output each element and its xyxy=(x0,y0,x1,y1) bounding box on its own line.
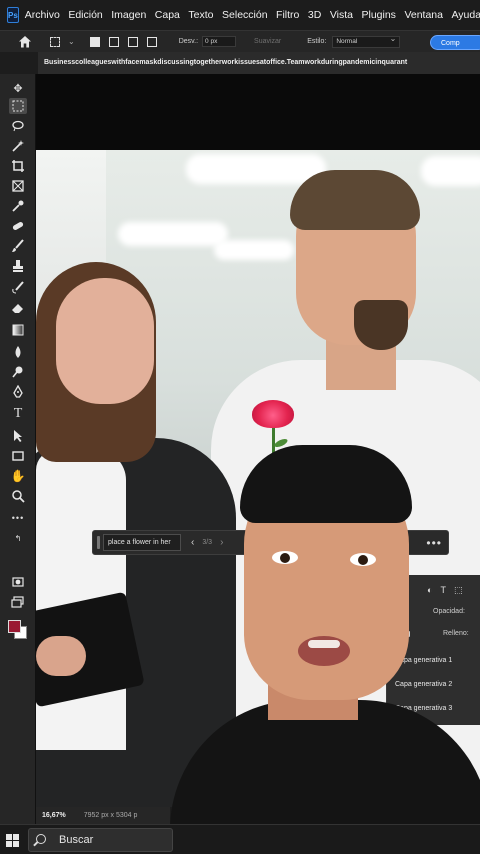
crop-tool-icon[interactable] xyxy=(9,158,27,174)
fill-label: Relleno: xyxy=(443,630,469,637)
stamp-tool-icon[interactable] xyxy=(9,258,27,274)
presenter-eye xyxy=(350,553,376,566)
move-tool-icon[interactable]: ✥ xyxy=(9,80,27,96)
menu-ayuda[interactable]: Ayuda xyxy=(451,9,480,21)
swap-colors-icon[interactable]: ↰ xyxy=(9,530,27,546)
quick-mask-icon[interactable] xyxy=(9,574,27,590)
menu-ventana[interactable]: Ventana xyxy=(404,9,443,21)
menu-bar: Ps Archivo Edición Imagen Capa Texto Sel… xyxy=(0,0,480,30)
more-tools-icon[interactable]: ••• xyxy=(9,510,27,526)
man-hair xyxy=(290,170,420,230)
rectangle-tool-icon[interactable] xyxy=(9,448,27,464)
blur-tool-icon[interactable] xyxy=(9,344,27,360)
tools-panel: ✥ T ✋ ••• ↰ xyxy=(0,74,36,824)
pen-tool-icon[interactable] xyxy=(9,384,27,400)
smooth-checkbox-label[interactable]: Suavizar xyxy=(254,38,281,45)
chevron-left-icon[interactable]: ‹ xyxy=(191,537,194,548)
windows-taskbar: Buscar xyxy=(0,824,480,854)
presenter-eye xyxy=(272,551,298,564)
menu-3d[interactable]: 3D xyxy=(308,9,321,21)
eraser-tool-icon[interactable] xyxy=(9,300,27,316)
ceiling-light xyxy=(214,240,294,260)
eyedropper-tool-icon[interactable] xyxy=(9,198,27,214)
more-horizontal-icon[interactable]: ••• xyxy=(426,536,442,550)
chevron-right-icon[interactable]: › xyxy=(220,537,223,548)
opacity-label: Opacidad: xyxy=(433,608,465,615)
man-beard xyxy=(354,300,408,350)
variation-page-indicator: 3/3 xyxy=(202,539,213,546)
marquee-tool-icon[interactable] xyxy=(9,98,27,114)
presenter-mouth xyxy=(298,636,350,666)
taskbar-search[interactable]: Buscar xyxy=(28,828,173,852)
new-selection-icon[interactable] xyxy=(89,36,100,47)
style-label: Estilo: xyxy=(307,38,327,45)
brush-tool-icon[interactable] xyxy=(9,238,27,254)
style-select[interactable]: Normal xyxy=(332,34,401,48)
drag-handle-icon[interactable] xyxy=(97,536,100,549)
add-to-selection-icon[interactable] xyxy=(108,36,119,47)
path-selection-tool-icon[interactable] xyxy=(9,428,27,444)
ceiling-light xyxy=(118,222,228,246)
menu-archivo[interactable]: Archivo xyxy=(25,9,60,21)
layer-row[interactable]: Capa generativa 2 xyxy=(387,675,480,695)
options-bar: ⌄ Desv.: 0 px Suavizar Estilo: Normal Co… xyxy=(0,30,480,52)
type-filter-icon[interactable]: T xyxy=(440,585,446,596)
type-tool-icon[interactable]: T xyxy=(9,406,27,422)
screen-mode-icon[interactable] xyxy=(9,594,27,610)
intersect-selection-icon[interactable] xyxy=(146,36,157,47)
lasso-tool-icon[interactable] xyxy=(9,118,27,134)
woman-face xyxy=(56,278,154,404)
ceiling-light xyxy=(421,156,480,186)
status-bar: 16,67% 7952 px x 5304 p xyxy=(36,807,170,824)
presenter-hair xyxy=(240,445,412,523)
document-dimensions: 7952 px x 5304 p xyxy=(83,812,138,819)
foreground-color-swatch[interactable] xyxy=(8,620,21,633)
magic-wand-tool-icon[interactable] xyxy=(9,138,27,154)
healing-brush-tool-icon[interactable] xyxy=(9,218,27,234)
chevron-down-icon[interactable]: ⌄ xyxy=(68,37,75,46)
marquee-tool-preset-icon[interactable] xyxy=(50,36,60,47)
document-tab[interactable]: Businesscolleagueswithfacemaskdiscussing… xyxy=(38,52,480,74)
zoom-level[interactable]: 16,67% xyxy=(42,812,66,819)
prompt-input[interactable]: place a flower in her xyxy=(103,534,181,551)
woman-hand xyxy=(36,636,86,676)
dodge-tool-icon[interactable] xyxy=(9,364,27,380)
ceiling-light xyxy=(186,154,326,184)
feather-input[interactable]: 0 px xyxy=(202,36,237,47)
menu-capa[interactable]: Capa xyxy=(155,9,180,21)
feather-label: Desv.: xyxy=(178,38,199,45)
menu-texto[interactable]: Texto xyxy=(188,9,213,21)
generate-button[interactable]: Comp xyxy=(430,35,480,50)
adjustment-filter-icon[interactable]: ◐ xyxy=(427,585,432,596)
menu-edicion[interactable]: Edición xyxy=(68,9,102,21)
windows-start-icon[interactable] xyxy=(6,834,19,847)
generated-flower xyxy=(252,400,294,428)
menu-seleccion[interactable]: Selección xyxy=(222,9,268,21)
menu-filtro[interactable]: Filtro xyxy=(276,9,299,21)
zoom-tool-icon[interactable] xyxy=(9,488,27,504)
frame-tool-icon[interactable] xyxy=(9,178,27,194)
layer-filter-icons: ◐ T ⬚ xyxy=(427,585,462,596)
menu-imagen[interactable]: Imagen xyxy=(111,9,146,21)
hand-tool-icon[interactable]: ✋ xyxy=(9,468,27,484)
shape-filter-icon[interactable]: ⬚ xyxy=(454,585,463,596)
search-icon xyxy=(36,834,46,844)
menu-vista[interactable]: Vista xyxy=(330,9,353,21)
menu-plugins[interactable]: Plugins xyxy=(361,9,395,21)
home-icon[interactable] xyxy=(18,35,32,49)
photoshop-logo[interactable]: Ps xyxy=(7,7,19,23)
subtract-from-selection-icon[interactable] xyxy=(127,36,138,47)
history-brush-tool-icon[interactable] xyxy=(9,280,27,296)
gradient-tool-icon[interactable] xyxy=(9,322,27,338)
